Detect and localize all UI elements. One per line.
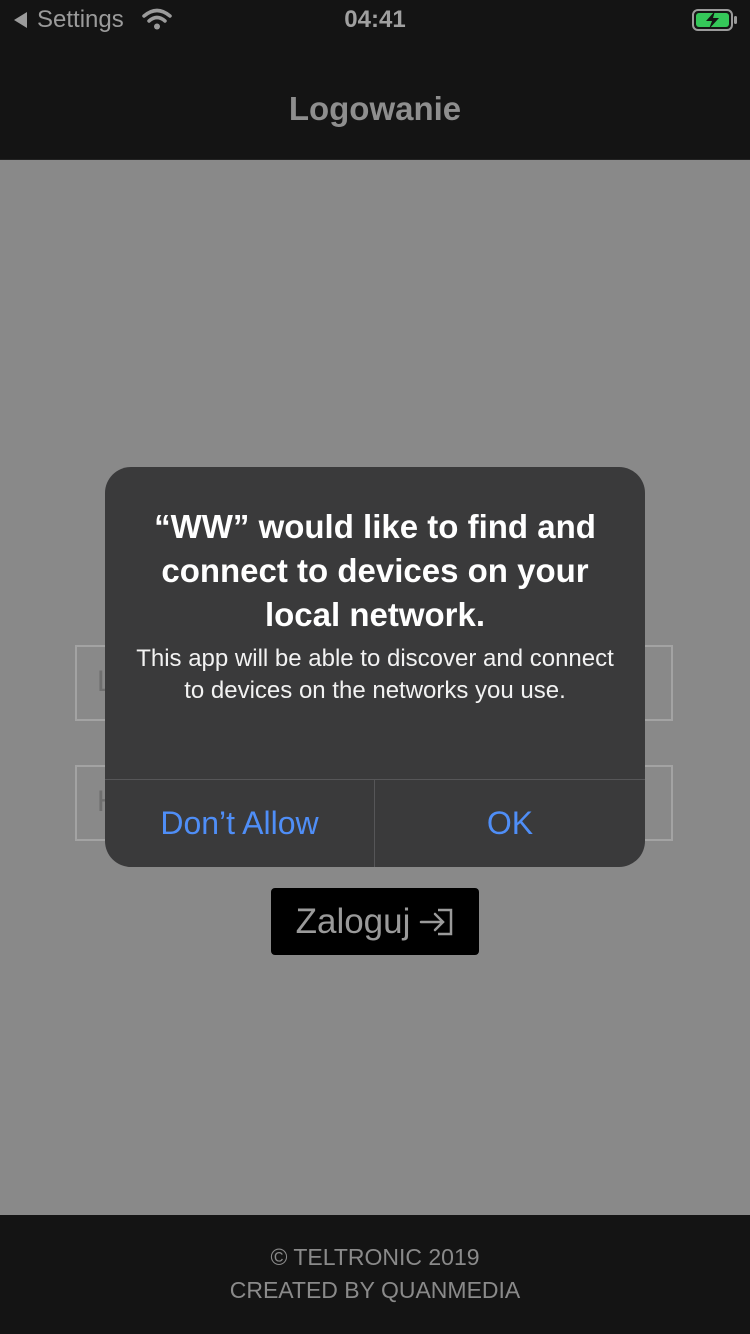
screen: Settings 04:41 Logowanie L H Zaloguj “WW… [0, 0, 750, 1334]
header: Logowanie [0, 40, 750, 160]
local-network-permission-dialog: “WW” would like to find and connect to d… [105, 467, 645, 867]
login-arrow-icon [420, 908, 453, 935]
footer-credit: CREATED BY QUANMEDIA [229, 1277, 521, 1303]
login-button-label: Zaloguj [295, 901, 411, 941]
page-title: Logowanie [288, 90, 462, 127]
dialog-title: “WW” would like to find and connect to d… [154, 508, 596, 633]
footer-copyright: © TELTRONIC 2019 [270, 1244, 480, 1270]
footer: © TELTRONIC 2019 CREATED BY QUANMEDIA [0, 1215, 750, 1334]
status-time: 04:41 [344, 6, 406, 33]
dont-allow-button[interactable]: Don’t Allow [105, 780, 374, 867]
ok-button[interactable]: OK [375, 780, 645, 867]
login-button[interactable]: Zaloguj [271, 888, 479, 955]
status-bar: Settings 04:41 [0, 0, 750, 40]
dialog-message: This app will be able to discover and co… [136, 645, 614, 704]
battery-charging-icon [692, 9, 737, 31]
